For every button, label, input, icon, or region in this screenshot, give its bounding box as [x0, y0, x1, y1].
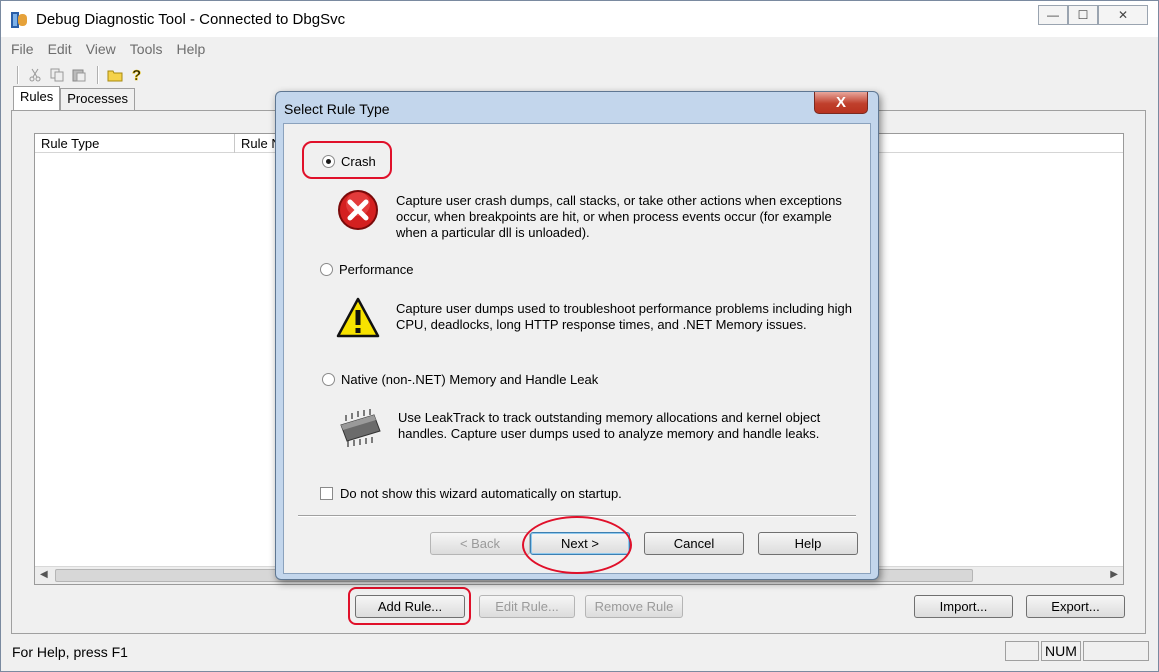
toolbar: ?	[11, 64, 1146, 86]
tab-processes[interactable]: Processes	[60, 88, 135, 110]
status-cell-empty	[1083, 641, 1149, 661]
window-title: Debug Diagnostic Tool - Connected to Dbg…	[36, 11, 346, 28]
minimize-button[interactable]: —	[1038, 5, 1068, 25]
toolbar-separator	[17, 66, 19, 84]
radio-native-memory-leak[interactable]: Native (non-.NET) Memory and Handle Leak	[322, 372, 598, 387]
cut-icon[interactable]	[25, 65, 45, 85]
warning-icon	[336, 297, 380, 338]
paste-icon[interactable]	[69, 65, 89, 85]
import-button[interactable]: Import...	[914, 595, 1013, 618]
num-lock-indicator: NUM	[1041, 641, 1081, 661]
dialog-close-button[interactable]: X	[814, 92, 868, 114]
help-icon[interactable]: ?	[127, 65, 147, 85]
native-leak-description: Use LeakTrack to track outstanding memor…	[398, 410, 821, 441]
menu-tools[interactable]: Tools	[130, 41, 163, 61]
radio-performance-label: Performance	[339, 262, 414, 277]
app-icon	[11, 12, 27, 28]
menu-edit[interactable]: Edit	[48, 41, 72, 61]
dialog-body: Crash Capture user crash dumps, call sta…	[283, 123, 871, 574]
menu-view[interactable]: View	[86, 41, 116, 61]
status-bar: For Help, press F1 NUM	[1, 639, 1158, 665]
help-button[interactable]: Help	[758, 532, 858, 555]
tab-rules[interactable]: Rules	[13, 86, 61, 110]
menu-file[interactable]: File	[11, 41, 34, 61]
copy-icon[interactable]	[47, 65, 67, 85]
toolbar-separator	[97, 66, 99, 84]
error-icon	[338, 190, 378, 230]
status-text: For Help, press F1	[12, 644, 128, 660]
back-button[interactable]: < Back	[430, 532, 530, 555]
column-rule-type[interactable]: Rule Type	[35, 134, 235, 153]
close-button[interactable]: ✕	[1098, 5, 1148, 25]
radio-native-label: Native (non-.NET) Memory and Handle Leak	[341, 372, 599, 387]
performance-description: Capture user dumps used to troubleshoot …	[396, 301, 852, 332]
dont-show-wizard-label: Do not show this wizard automatically on…	[340, 486, 622, 501]
scroll-left-icon[interactable]: ◀	[40, 569, 48, 580]
open-folder-icon[interactable]	[105, 65, 125, 85]
annotation-highlight-add-rule	[348, 587, 471, 625]
svg-text:?: ?	[132, 67, 141, 83]
remove-rule-button[interactable]: Remove Rule	[585, 595, 683, 618]
annotation-highlight-crash	[302, 141, 392, 179]
scroll-right-icon[interactable]: ▶	[1110, 569, 1118, 580]
cancel-button[interactable]: Cancel	[644, 532, 744, 555]
radio-performance[interactable]: Performance	[320, 262, 413, 277]
menu-help[interactable]: Help	[176, 41, 205, 61]
maximize-button[interactable]: ☐	[1068, 5, 1098, 25]
edit-rule-button[interactable]: Edit Rule...	[479, 595, 575, 618]
checkbox[interactable]	[320, 487, 333, 500]
dialog-title: Select Rule Type	[284, 101, 390, 117]
menu-bar: File Edit View Tools Help	[11, 41, 219, 61]
memory-chip-icon	[340, 409, 381, 447]
annotation-highlight-next	[522, 516, 632, 574]
title-bar: Debug Diagnostic Tool - Connected to Dbg…	[1, 1, 1158, 37]
tab-strip: Rules Processes	[13, 86, 135, 110]
status-cell-empty	[1005, 641, 1039, 661]
radio-button[interactable]	[320, 263, 333, 276]
radio-button[interactable]	[322, 373, 335, 386]
dont-show-wizard-checkbox[interactable]: Do not show this wizard automatically on…	[320, 486, 622, 501]
export-button[interactable]: Export...	[1026, 595, 1125, 618]
crash-description: Capture user crash dumps, call stacks, o…	[396, 193, 842, 240]
